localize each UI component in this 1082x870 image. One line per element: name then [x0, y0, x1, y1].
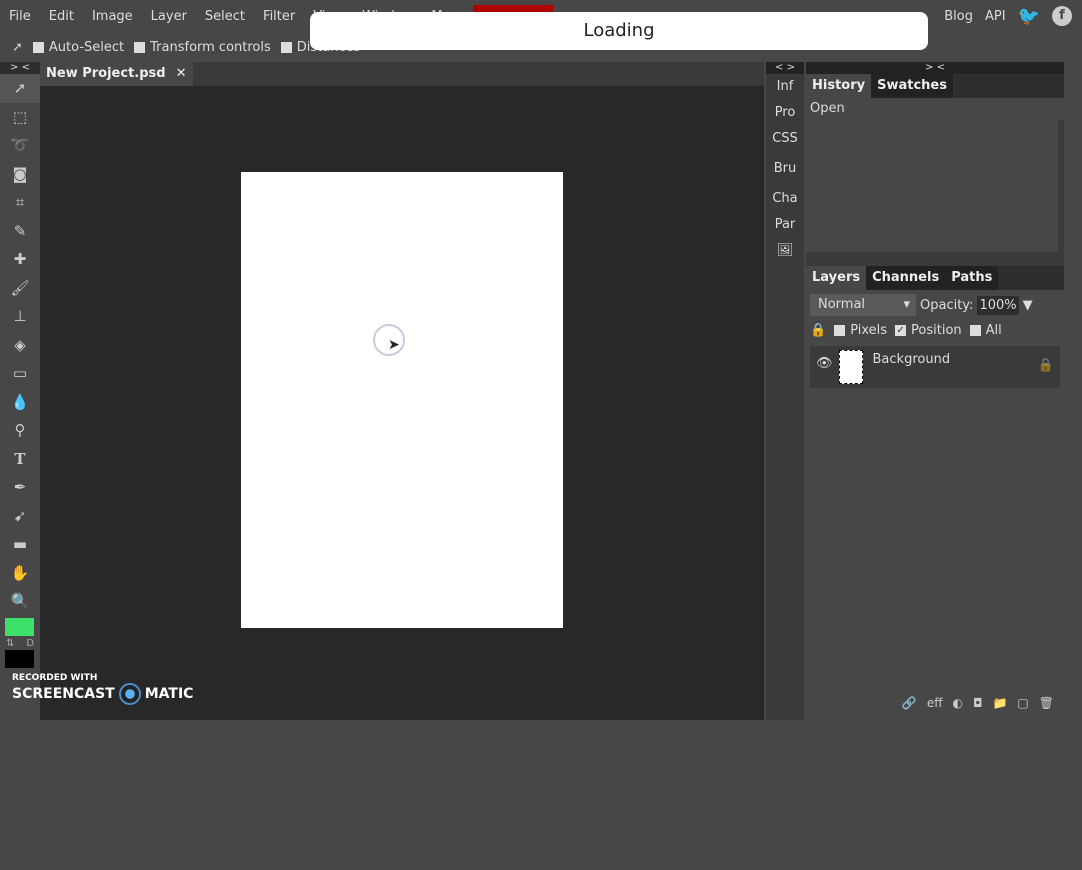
- tab-history[interactable]: History: [806, 74, 872, 98]
- swap-colors-icon[interactable]: ⇅: [6, 638, 14, 649]
- quick-select-tool-icon[interactable]: ◙: [0, 160, 40, 189]
- document-tab-title: New Project.psd: [46, 66, 166, 81]
- cursor-icon: ➤: [388, 337, 400, 353]
- layer-lock-icon: 🔒: [1037, 358, 1054, 373]
- new-layer-icon[interactable]: ▢: [1017, 696, 1028, 710]
- screencast-logo-icon: [118, 683, 141, 705]
- effects-button[interactable]: eff: [927, 696, 943, 710]
- properties-panel-button[interactable]: Pro: [766, 100, 804, 126]
- collapsed-panels: < > Inf Pro CSS Bru Cha Par 🖼: [766, 62, 804, 720]
- image-panel-icon[interactable]: 🖼: [766, 238, 804, 264]
- dodge-tool-icon[interactable]: ⚲: [0, 416, 40, 445]
- layer-name: Background: [872, 352, 951, 367]
- loading-dialog: Loading: [310, 12, 928, 50]
- marquee-tool-icon[interactable]: ⬚: [0, 103, 40, 132]
- lasso-tool-icon[interactable]: ➰: [0, 131, 40, 160]
- brush-tool-icon[interactable]: 🖌: [0, 274, 40, 303]
- pen-tool-icon[interactable]: ✒: [0, 473, 40, 502]
- text-tool-icon[interactable]: T: [0, 445, 40, 474]
- toolbar: > < ➚ ⬚ ➰ ◙ ⌗ ✎ ✚ 🖌 ⊥ ◈ ▭ 💧 ⚲ T ✒ ➹ ▬ ✋ …: [0, 62, 40, 720]
- new-folder-icon[interactable]: 📁: [992, 696, 1007, 710]
- document-area: New Project.psd ✕ ➤: [40, 62, 764, 720]
- character-panel-button[interactable]: Cha: [766, 186, 804, 212]
- document-tab[interactable]: New Project.psd ✕: [40, 62, 193, 86]
- path-select-tool-icon[interactable]: ➹: [0, 502, 40, 531]
- collapse-toolbar-button[interactable]: > <: [0, 62, 40, 74]
- blur-tool-icon[interactable]: 💧: [0, 388, 40, 417]
- menu-select[interactable]: Select: [196, 9, 254, 24]
- transform-controls-label: Transform controls: [150, 39, 271, 55]
- move-tool-icon: ➚: [12, 39, 23, 55]
- hand-tool-icon[interactable]: ✋: [0, 559, 40, 588]
- layer-row[interactable]: 👁 Background 🔒: [810, 346, 1060, 388]
- opacity-dropdown-icon[interactable]: ▼: [1023, 298, 1033, 313]
- history-item[interactable]: Open: [806, 98, 1064, 120]
- auto-select-checkbox[interactable]: Auto-Select: [32, 39, 125, 55]
- canvas[interactable]: ➤: [241, 172, 563, 628]
- link-layers-icon[interactable]: 🔗: [902, 696, 917, 710]
- opacity-label: Opacity:: [920, 297, 974, 313]
- opacity-input[interactable]: 100%: [977, 295, 1019, 315]
- chevron-down-icon: ▾: [903, 297, 910, 312]
- lock-all-label: All: [985, 322, 1002, 338]
- tab-channels[interactable]: Channels: [866, 266, 946, 290]
- delete-layer-icon[interactable]: 🗑: [1039, 696, 1054, 710]
- tab-swatches[interactable]: Swatches: [871, 74, 953, 98]
- zoom-tool-icon[interactable]: 🔍: [0, 587, 40, 616]
- eraser-tool-icon[interactable]: ◈: [0, 331, 40, 360]
- auto-select-label: Auto-Select: [48, 39, 125, 55]
- facebook-icon[interactable]: f: [1052, 6, 1072, 26]
- lock-pixels-checkbox[interactable]: Pixels: [834, 323, 887, 338]
- blend-mode-value: Normal: [818, 297, 866, 312]
- collapse-panels-button[interactable]: > <: [806, 62, 1064, 74]
- watermark-line1: RECORDED WITH: [12, 673, 98, 683]
- lock-pixels-label: Pixels: [850, 322, 888, 338]
- crop-tool-icon[interactable]: ⌗: [0, 188, 40, 217]
- default-colors-icon[interactable]: D: [26, 638, 34, 649]
- menu-layer[interactable]: Layer: [142, 9, 196, 24]
- watermark-line2a: SCREENCAST: [12, 686, 115, 702]
- expand-panels-button[interactable]: < >: [766, 62, 804, 74]
- transform-controls-checkbox[interactable]: Transform controls: [134, 40, 271, 55]
- css-panel-button[interactable]: CSS: [766, 126, 804, 152]
- menu-filter[interactable]: Filter: [254, 9, 304, 24]
- foreground-color-swatch[interactable]: [5, 617, 34, 636]
- close-icon[interactable]: ✕: [176, 62, 187, 86]
- api-link[interactable]: API: [985, 9, 1006, 24]
- menu-edit[interactable]: Edit: [40, 9, 83, 24]
- lock-position-checkbox[interactable]: ✓ Position: [895, 323, 962, 338]
- watermark: RECORDED WITH SCREENCAST MATIC: [12, 673, 193, 705]
- blog-link[interactable]: Blog: [944, 9, 973, 24]
- tab-paths[interactable]: Paths: [945, 266, 999, 290]
- healing-tool-icon[interactable]: ✚: [0, 245, 40, 274]
- menu-file[interactable]: File: [0, 9, 40, 24]
- brush-panel-button[interactable]: Bru: [766, 156, 804, 182]
- shape-tool-icon[interactable]: ▬: [0, 530, 40, 559]
- paragraph-panel-button[interactable]: Par: [766, 212, 804, 238]
- twitter-icon[interactable]: 🐦: [1018, 6, 1040, 27]
- blend-mode-select[interactable]: Normal ▾: [810, 294, 916, 316]
- lock-position-label: Position: [911, 322, 962, 338]
- lock-icon: 🔒: [810, 322, 827, 338]
- info-panel-button[interactable]: Inf: [766, 74, 804, 100]
- menu-image[interactable]: Image: [83, 9, 142, 24]
- right-panel: > < History Swatches Open Layers Channel…: [806, 62, 1064, 870]
- gradient-tool-icon[interactable]: ▭: [0, 359, 40, 388]
- move-tool-icon[interactable]: ➚: [0, 74, 40, 103]
- stamp-tool-icon[interactable]: ⊥: [0, 302, 40, 331]
- tab-layers[interactable]: Layers: [806, 266, 867, 290]
- visibility-eye-icon[interactable]: 👁: [816, 356, 833, 371]
- eyedropper-tool-icon[interactable]: ✎: [0, 217, 40, 246]
- background-color-swatch[interactable]: [5, 649, 34, 668]
- mask-icon[interactable]: ◘: [973, 696, 983, 710]
- adjustment-layer-icon[interactable]: ◐: [952, 696, 962, 710]
- layer-thumbnail: [838, 350, 863, 384]
- lock-all-checkbox[interactable]: All: [969, 322, 1002, 338]
- watermark-line2b: MATIC: [144, 686, 194, 702]
